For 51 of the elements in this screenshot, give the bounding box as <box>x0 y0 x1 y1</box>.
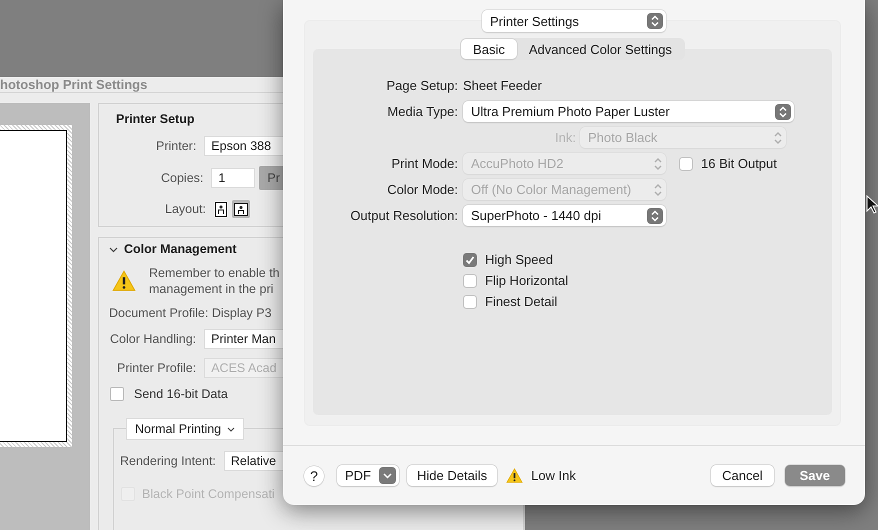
printing-mode-popup[interactable]: Normal Printing <box>126 418 244 440</box>
field-label: Media Type: <box>386 104 458 119</box>
field-label: Layout: <box>165 202 206 216</box>
field-label: Printer Profile: <box>117 361 196 375</box>
field-label: Color Handling: <box>110 332 196 346</box>
chevron-icon <box>647 208 663 224</box>
tab[interactable]: Basic <box>461 39 517 59</box>
warning-icon <box>506 468 524 484</box>
pdf-button[interactable]: PDF <box>337 465 399 486</box>
document-profile: Document Profile: Display P3 <box>109 306 273 320</box>
checkbox[interactable] <box>463 252 477 266</box>
checkbox-label: Flip Horizontal <box>485 273 568 288</box>
checkbox[interactable] <box>679 156 693 170</box>
chevron-icon[interactable] <box>109 244 118 254</box>
field-label: Rendering Intent: <box>120 454 216 468</box>
field-label: Output Resolution: <box>349 208 458 223</box>
notice-text: Remember to enable th management in the pri <box>149 265 280 297</box>
checkbox-label: Send 16-bit Data <box>134 387 228 401</box>
field-label: Copies: <box>161 171 204 185</box>
panel-menu-popup[interactable]: Printer Settings <box>482 10 666 32</box>
field-label: Page Setup: <box>385 78 458 93</box>
media-type-popup[interactable]: Ultra Premium Photo Paper Luster <box>463 101 794 122</box>
checkbox-label: Finest Detail <box>485 294 558 309</box>
checkbox[interactable] <box>463 274 477 288</box>
page-setup-value: Sheet Feeder <box>463 78 542 93</box>
checkbox-label: 16 Bit Output <box>701 156 777 171</box>
chevron-icon <box>773 130 783 144</box>
caret-icon <box>383 472 392 478</box>
chevron-icon <box>647 13 663 29</box>
tab[interactable]: Advanced Color Settings <box>516 39 684 59</box>
warning-icon <box>112 270 136 292</box>
window-title: hotoshop Print Settings <box>0 77 148 92</box>
section-title: Printer Setup <box>116 112 194 126</box>
output-resolution-popup[interactable]: SuperPhoto - 1440 dpi <box>463 205 666 226</box>
chevron-icon <box>653 182 663 196</box>
field-label: Print Mode: <box>390 156 458 171</box>
field-label: Printer: <box>156 139 196 153</box>
status-text: Low Ink <box>531 468 576 483</box>
chevron-icon <box>775 104 791 120</box>
copies-field[interactable]: 1 <box>211 168 256 188</box>
checkbox-label: High Speed <box>485 252 553 267</box>
chevron-icon <box>653 156 663 170</box>
layout-button[interactable] <box>232 200 250 218</box>
checkbox[interactable] <box>463 294 477 308</box>
caret-icon <box>227 426 236 432</box>
section-title: Color Management <box>124 242 237 256</box>
cancel-button[interactable]: Cancel <box>711 465 774 486</box>
help-button[interactable]: ? <box>304 466 324 486</box>
checkbox[interactable] <box>110 387 124 401</box>
field-label: Color Mode: <box>386 182 458 197</box>
hide-details-button[interactable]: Hide Details <box>407 465 498 486</box>
